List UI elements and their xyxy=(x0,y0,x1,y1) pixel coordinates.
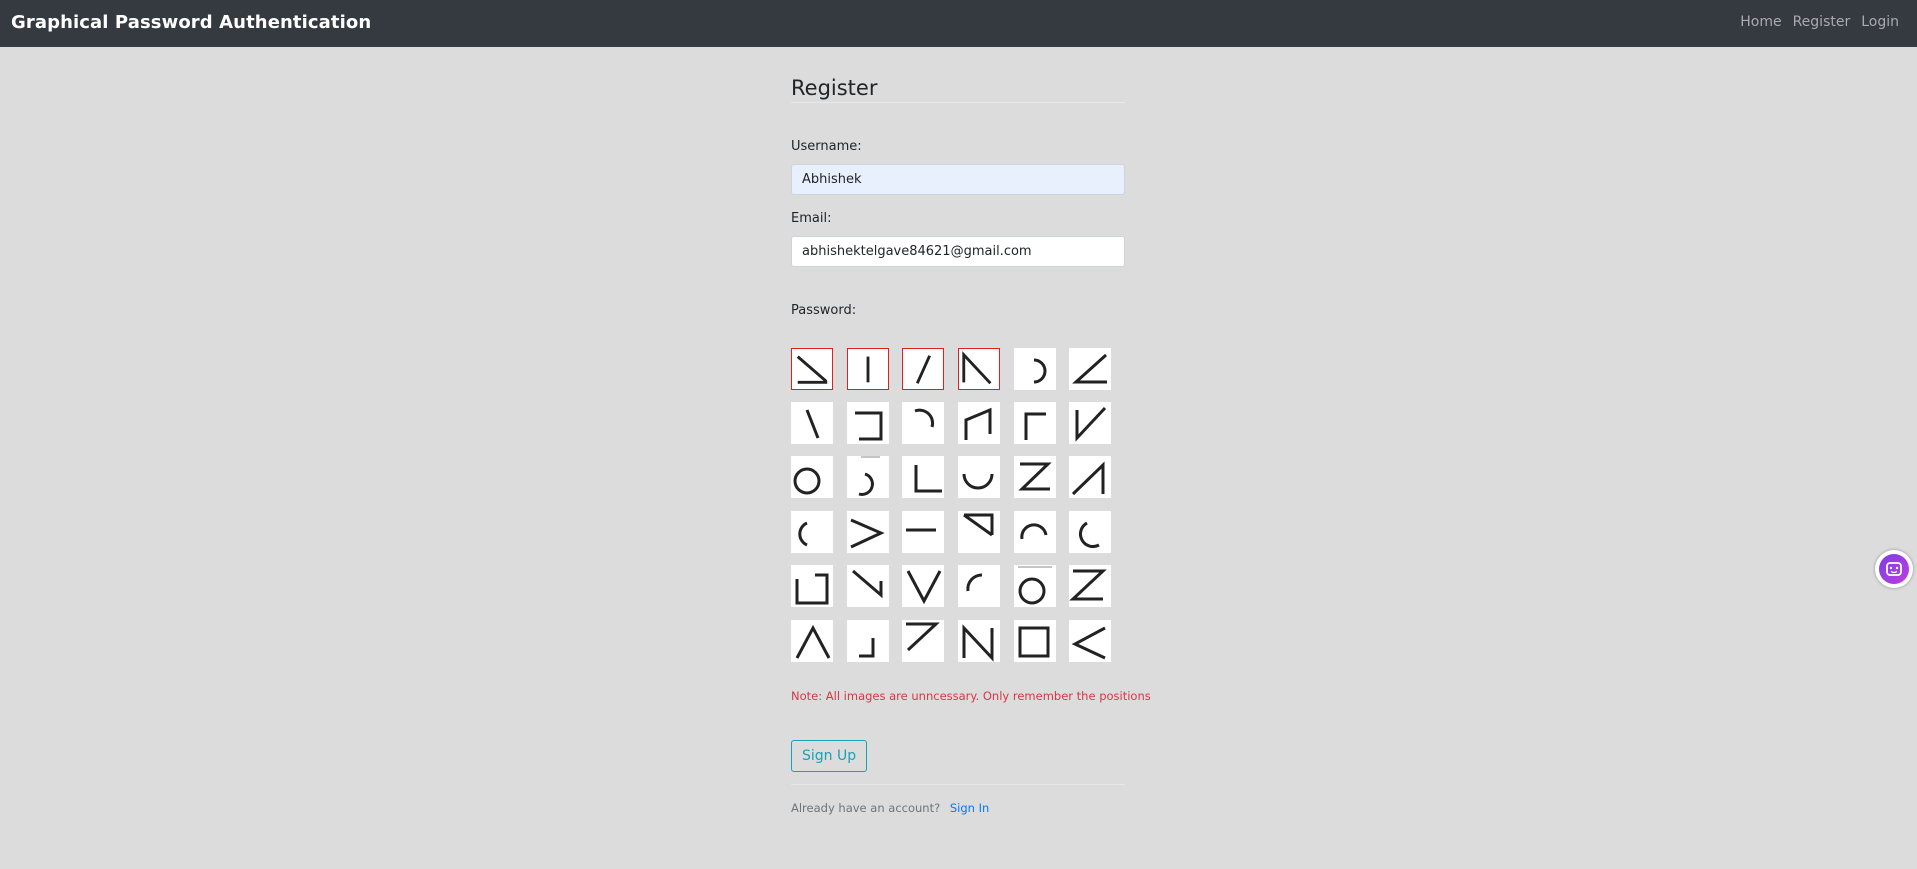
password-image-tile[interactable] xyxy=(1014,620,1056,662)
slash-icon xyxy=(915,355,931,384)
password-image-tile[interactable] xyxy=(847,565,889,607)
password-image-tile[interactable] xyxy=(902,511,944,553)
password-image-tile[interactable] xyxy=(902,620,944,662)
check-v-icon xyxy=(1075,406,1107,442)
seven-reverse-icon xyxy=(963,513,994,537)
password-image-tile[interactable] xyxy=(1014,511,1056,553)
password-image-tile[interactable] xyxy=(958,511,1000,553)
lambda-icon xyxy=(795,624,831,659)
backslash-icon xyxy=(805,409,820,439)
password-image-tile[interactable] xyxy=(791,565,833,607)
email-label: Email: xyxy=(791,211,832,226)
password-image-tile[interactable] xyxy=(1014,348,1056,390)
password-image-tile[interactable] xyxy=(1014,402,1056,444)
top-navbar: Graphical Password Authentication Home R… xyxy=(0,0,1917,47)
username-input[interactable] xyxy=(791,164,1125,195)
title-divider xyxy=(791,102,1125,103)
password-image-tile[interactable] xyxy=(902,565,944,607)
password-image-tile[interactable] xyxy=(958,565,1000,607)
password-image-tile[interactable] xyxy=(958,348,1000,390)
horizontal-bar-icon xyxy=(906,528,936,532)
password-image-tile[interactable] xyxy=(791,620,833,662)
password-image-tile[interactable] xyxy=(791,402,833,444)
password-image-tile[interactable] xyxy=(1014,565,1056,607)
password-image-tile[interactable] xyxy=(847,511,889,553)
corner-bottom-right-icon xyxy=(859,638,875,658)
corner-bottom-left-icon xyxy=(914,465,942,493)
diag-bar-bottom-icon xyxy=(796,355,828,384)
left-arc-icon xyxy=(798,521,808,547)
nav-home-link[interactable]: Home xyxy=(1740,14,1781,30)
footer-text: Already have an account? xyxy=(791,801,941,815)
password-image-tile[interactable] xyxy=(1069,511,1111,553)
chatbot-icon xyxy=(1879,554,1909,584)
angle-bottom-left-icon xyxy=(1072,353,1108,384)
password-image-tile[interactable] xyxy=(1014,456,1056,498)
n-corner-icon xyxy=(962,351,992,385)
circle-icon xyxy=(793,467,821,495)
z-reverse-icon xyxy=(1018,462,1052,491)
password-image-tile[interactable] xyxy=(1069,565,1111,607)
cup-icon xyxy=(962,473,994,490)
signin-footer: Already have an account? Sign In xyxy=(791,801,989,815)
password-image-tile[interactable] xyxy=(902,402,944,444)
password-image-tile[interactable] xyxy=(958,456,1000,498)
vertical-bar-icon xyxy=(866,356,870,383)
backslash-corner-icon xyxy=(852,569,883,599)
password-note: Note: All images are unncessary. Only re… xyxy=(791,689,1151,703)
chatbot-widget-button[interactable] xyxy=(1875,550,1913,588)
brand-title[interactable]: Graphical Password Authentication xyxy=(11,12,371,33)
left-small-arc-icon xyxy=(1078,521,1100,549)
password-image-tile[interactable] xyxy=(791,511,833,553)
page-title: Register xyxy=(791,76,878,100)
nav-register-link[interactable]: Register xyxy=(1793,14,1851,30)
triangle-right-up-icon xyxy=(1071,461,1105,496)
password-image-tile[interactable] xyxy=(958,402,1000,444)
n-shape-wide-icon xyxy=(964,407,992,440)
username-label: Username: xyxy=(791,139,862,154)
password-image-tile[interactable] xyxy=(1069,456,1111,498)
password-image-tile[interactable] xyxy=(958,620,1000,662)
footer-divider xyxy=(791,784,1125,785)
v-shape-icon xyxy=(906,570,942,605)
greater-than-icon xyxy=(850,518,885,549)
right-arc-icon xyxy=(1033,358,1047,384)
square-icon xyxy=(1018,626,1050,658)
n-letter-icon xyxy=(962,624,994,662)
top-left-arc-icon xyxy=(966,573,983,592)
password-image-tile[interactable] xyxy=(902,456,944,498)
password-image-tile[interactable] xyxy=(1069,402,1111,444)
password-image-tile[interactable] xyxy=(1069,620,1111,662)
corner-top-left-icon xyxy=(1024,412,1046,440)
nav-login-link[interactable]: Login xyxy=(1861,14,1899,30)
top-right-arc-icon xyxy=(914,408,935,428)
password-image-tile[interactable] xyxy=(847,456,889,498)
circle-bar-top-icon xyxy=(1018,566,1052,605)
hook-bottom-icon xyxy=(858,456,880,496)
password-image-tile[interactable] xyxy=(791,456,833,498)
square-open-left-icon xyxy=(855,411,883,441)
email-input[interactable] xyxy=(791,236,1125,267)
password-image-tile[interactable] xyxy=(902,348,944,390)
password-label: Password: xyxy=(791,303,857,318)
nav-links: Home Register Login xyxy=(1729,14,1899,30)
square-open-right-icon xyxy=(795,573,829,605)
password-image-tile[interactable] xyxy=(1069,348,1111,390)
cap-arc-icon xyxy=(1020,523,1048,540)
z-shape-icon xyxy=(1069,569,1107,601)
less-than-icon xyxy=(1071,626,1106,660)
password-image-tile[interactable] xyxy=(847,620,889,662)
password-image-tile[interactable] xyxy=(847,348,889,390)
seven-icon xyxy=(906,622,940,652)
password-image-tile[interactable] xyxy=(847,402,889,444)
password-image-tile[interactable] xyxy=(791,348,833,390)
sign-up-button[interactable]: Sign Up xyxy=(791,740,868,772)
sign-in-link[interactable]: Sign In xyxy=(950,801,989,815)
